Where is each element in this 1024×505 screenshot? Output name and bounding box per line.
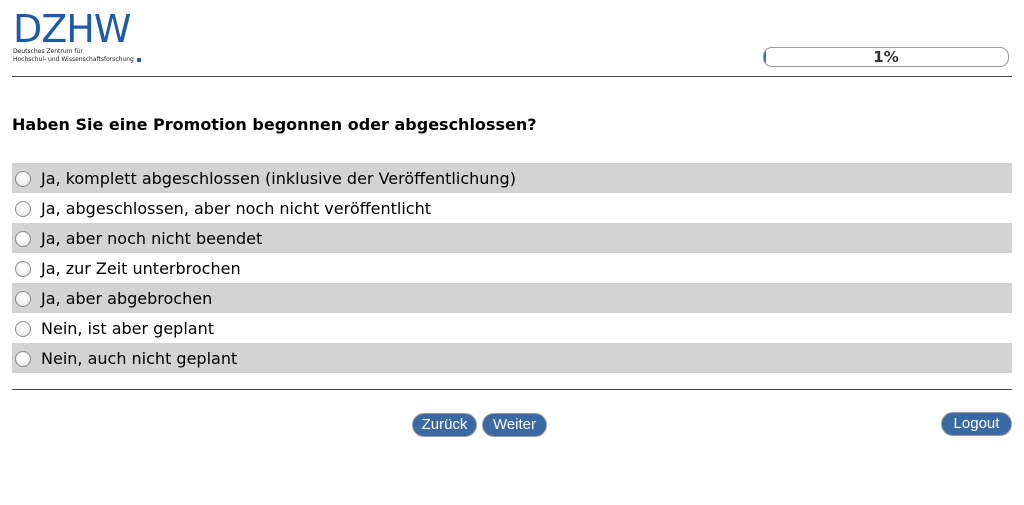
answer-option-label: Nein, auch nicht geplant: [41, 348, 238, 368]
answer-option-label: Ja, aber abgebrochen: [41, 288, 213, 308]
logo-wordmark: DZHW: [13, 7, 131, 51]
answer-option[interactable]: Ja, komplett abgeschlossen (inklusive de…: [12, 163, 1012, 193]
answer-option[interactable]: Nein, auch nicht geplant: [12, 343, 1012, 373]
radio-button[interactable]: [15, 231, 31, 247]
radio-button[interactable]: [15, 321, 31, 337]
answer-option-label: Ja, aber noch nicht beendet: [41, 228, 263, 248]
answer-options: Ja, komplett abgeschlossen (inklusive de…: [12, 163, 1012, 373]
next-button[interactable]: Weiter: [482, 413, 547, 437]
answer-option[interactable]: Ja, aber noch nicht beendet: [12, 223, 1012, 253]
answer-option-label: Ja, komplett abgeschlossen (inklusive de…: [41, 168, 516, 188]
radio-button[interactable]: [15, 291, 31, 307]
logo-subtitle-line2: Hochschul- und Wissenschaftsforschung: [13, 56, 153, 64]
answer-option[interactable]: Ja, aber abgebrochen: [12, 283, 1012, 313]
radio-button[interactable]: [15, 171, 31, 187]
radio-button[interactable]: [15, 351, 31, 367]
progress-bar: 1%: [763, 47, 1009, 67]
answer-option-label: Nein, ist aber geplant: [41, 318, 214, 338]
radio-button[interactable]: [15, 201, 31, 217]
progress-label: 1%: [873, 48, 899, 66]
answer-option-label: Ja, zur Zeit unterbrochen: [41, 258, 241, 278]
question-text: Haben Sie eine Promotion begonnen oder a…: [12, 115, 537, 134]
footer-divider: [12, 389, 1012, 390]
logout-button[interactable]: Logout: [941, 412, 1012, 436]
answer-option-label: Ja, abgeschlossen, aber noch nicht veröf…: [41, 198, 432, 218]
logo-dot-icon: [136, 57, 141, 62]
dzhw-logo: DZHW Deutsches Zentrum für Hochschul- un…: [13, 10, 153, 68]
back-button[interactable]: Zurück: [412, 413, 477, 437]
answer-option[interactable]: Ja, abgeschlossen, aber noch nicht veröf…: [12, 193, 1012, 223]
header-divider: [12, 76, 1012, 77]
answer-option[interactable]: Ja, zur Zeit unterbrochen: [12, 253, 1012, 283]
radio-button[interactable]: [15, 261, 31, 277]
answer-option[interactable]: Nein, ist aber geplant: [12, 313, 1012, 343]
